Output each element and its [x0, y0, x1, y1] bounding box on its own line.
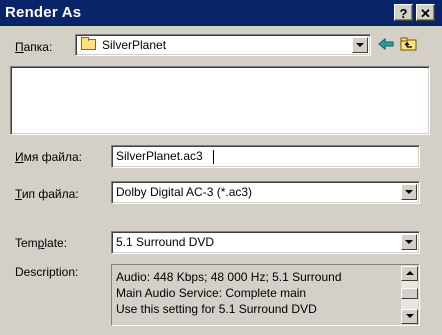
filetype-value: Dolby Digital AC-3 (*.ac3): [116, 185, 253, 199]
back-arrow-icon[interactable]: [377, 36, 395, 54]
text-caret: [213, 150, 214, 164]
up-folder-icon[interactable]: [399, 35, 417, 53]
filename-label: Имя файла:: [15, 150, 82, 164]
scroll-thumb[interactable]: [401, 288, 418, 299]
template-dropdown[interactable]: 5.1 Surround DVD: [111, 231, 420, 254]
filename-input[interactable]: SilverPlanet.ac3: [111, 145, 420, 168]
title-bar[interactable]: Render As ? ✕: [0, 0, 442, 26]
window-title: Render As: [5, 4, 82, 21]
template-dropdown-button[interactable]: [401, 234, 417, 250]
description-box: Audio: 448 Kbps; 48 000 Hz; 5.1 Surround…: [111, 264, 420, 326]
filetype-dropdown-button[interactable]: [401, 184, 417, 200]
folder-dropdown-button[interactable]: [352, 37, 368, 53]
description-line: Use this setting for 5.1 Surround DVD: [116, 302, 317, 316]
description-line: Main Audio Service: Complete main: [116, 286, 307, 300]
folder-dropdown[interactable]: SilverPlanet: [75, 34, 371, 56]
file-list[interactable]: [10, 66, 430, 135]
filename-value: SilverPlanet.ac3: [116, 149, 203, 163]
template-label: Template:: [15, 236, 68, 250]
help-button[interactable]: ?: [394, 4, 413, 21]
filetype-label: Тип файла:: [15, 187, 79, 201]
close-button[interactable]: ✕: [416, 4, 435, 21]
folder-label: Папка:: [15, 40, 53, 54]
scroll-up-button[interactable]: [401, 266, 418, 281]
template-value: 5.1 Surround DVD: [116, 235, 215, 249]
filetype-dropdown[interactable]: Dolby Digital AC-3 (*.ac3): [111, 181, 420, 204]
folder-icon: [81, 37, 96, 50]
scroll-down-button[interactable]: [401, 309, 418, 324]
description-label: Description:: [15, 265, 79, 279]
description-line: Audio: 448 Kbps; 48 000 Hz; 5.1 Surround: [116, 270, 342, 284]
description-scrollbar[interactable]: [401, 266, 418, 324]
folder-name: SilverPlanet: [102, 38, 167, 52]
